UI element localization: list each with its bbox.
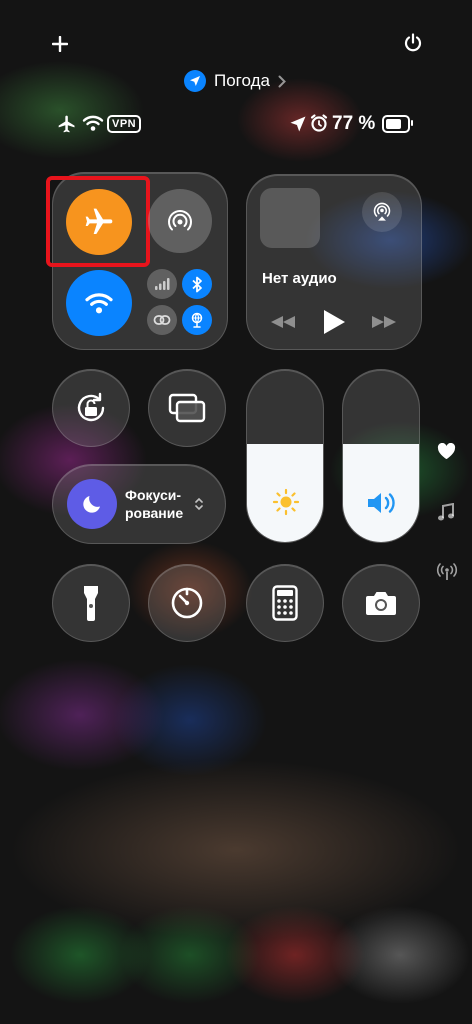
orientation-lock-button[interactable] [52,369,130,447]
airplane-mode-button[interactable] [66,189,132,255]
location-badge [184,70,206,92]
timer-button[interactable] [148,564,226,642]
rewind-icon [271,316,295,328]
satellite-button[interactable] [182,305,212,335]
focus-mode-button[interactable]: Фокуси- рование [52,464,226,544]
airdrop-icon [168,210,192,231]
globe-antenna-icon [191,312,203,328]
personal-hotspot-button[interactable] [147,305,177,335]
speaker-icon [368,493,395,513]
link-icon [153,315,171,325]
battery-percentage: 77 % [332,113,376,134]
chevron-right-icon [278,75,286,87]
location-arrow-icon [290,116,306,132]
airplay-audio-icon [373,202,391,221]
wifi-icon [82,115,104,131]
play-icon [324,310,345,334]
bluetooth-button[interactable] [182,269,212,299]
heart-icon[interactable] [437,443,456,460]
airdrop-button[interactable] [148,189,212,253]
alarm-icon [310,114,328,132]
volume-slider[interactable] [342,369,420,543]
calculator-button[interactable] [246,564,324,642]
battery-fill [386,119,402,129]
location-label: Погода [214,71,270,90]
screen-mirroring-icon [168,393,206,423]
album-artwork-placeholder [260,188,320,248]
cellular-signal-icon [155,278,170,290]
previous-track-button[interactable] [266,309,300,335]
screen-mirroring-button[interactable] [148,369,226,447]
moon-icon [83,496,100,513]
next-track-button[interactable] [367,309,401,335]
airplane-icon [85,208,113,234]
camera-icon [366,592,396,615]
wifi-icon [85,293,113,314]
chevron-up-down-icon [195,497,203,511]
focus-moon-badge [67,479,117,529]
power-icon [404,33,422,52]
plus-icon [52,36,68,52]
sun-icon [272,488,300,516]
brightness-slider[interactable] [246,369,324,543]
airplay-audio-button[interactable] [362,192,402,232]
focus-label-line1: Фокуси- [125,487,181,503]
cellular-data-button[interactable] [147,269,177,299]
location-arrow-icon [190,76,200,86]
flashlight-icon [84,586,98,621]
timer-icon [171,587,203,619]
location-weather-link[interactable]: Погода [184,68,286,94]
fast-forward-icon [372,316,396,328]
calculator-icon [272,585,298,621]
flashlight-button[interactable] [52,564,130,642]
play-button[interactable] [318,305,350,339]
focus-label-line2: рование [125,505,184,521]
music-note-icon[interactable] [437,503,455,522]
wifi-button[interactable] [66,270,132,336]
camera-button[interactable] [342,564,420,642]
battery-icon [382,115,413,133]
bluetooth-icon [192,276,202,292]
orientation-lock-icon [77,392,105,422]
add-control-button[interactable] [46,30,74,58]
vpn-badge: VPN [107,115,142,133]
airplane-icon [58,115,75,133]
antenna-icon[interactable] [436,563,458,581]
power-button[interactable] [398,28,428,58]
media-title: Нет аудио [262,270,337,287]
